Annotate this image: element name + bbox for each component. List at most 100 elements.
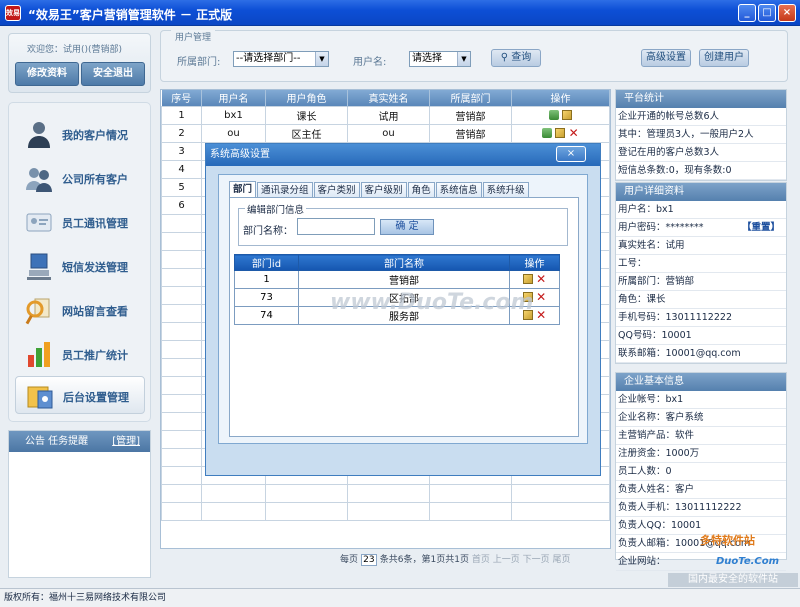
table-row[interactable]: 2 ou 区主任 ou 营销部 ✕ [161, 123, 610, 143]
bar-chart-icon [28, 342, 50, 367]
table-header-row: 序号 用户名 用户角色 真实姓名 所属部门 操作 [161, 90, 610, 106]
pagination: 每页 23 条共6条，第1页共1页 首页 上一页 下一页 尾页 [340, 552, 571, 566]
fieldset-legend: 编辑部门信息 [245, 202, 307, 216]
dropdown-arrow-icon: ▼ [457, 52, 470, 66]
menu-item-label: 员工通讯管理 [62, 217, 128, 230]
detail-line: QQ号码：10001 [616, 327, 786, 345]
dialog-close-button[interactable]: × [556, 146, 586, 162]
table-row [161, 483, 610, 503]
copyright-text: 版权所有：福州十三易网络技术有限公司 [4, 593, 167, 603]
last-page-link[interactable]: 尾页 [553, 555, 571, 565]
next-page-link[interactable]: 下一页 [523, 555, 550, 565]
status-bar: 版权所有：福州十三易网络技术有限公司 [0, 588, 800, 607]
notice-title: 公告 任务提醒 [25, 436, 89, 447]
detail-line: 用户名：bx1 [616, 201, 786, 219]
dropdown-arrow-icon: ▼ [315, 52, 328, 66]
maximize-button[interactable]: □ [758, 4, 776, 22]
dept-select[interactable]: --请选择部门-- ▼ [233, 51, 329, 67]
menu-item-sms[interactable]: 短信发送管理 [15, 247, 145, 285]
cell: 6 [161, 195, 202, 215]
tab-contact-groups[interactable]: 通讯录分组 [257, 182, 313, 198]
menu-item-label: 后台设置管理 [63, 391, 129, 404]
tab-content: 编辑部门信息 部门名称： 确 定 部门id 部门名称 操作 1 营销部 ✕ 73… [229, 197, 579, 437]
table-row[interactable]: 1 bx1 课长 试用 营销部 [161, 105, 610, 125]
welcome-text: 欢迎您：试用()(营销部) [27, 45, 123, 55]
dialog-title-bar: 系统高级设置 × [206, 144, 600, 166]
user-permission-icon[interactable] [542, 127, 553, 138]
site-watermark-name: 多特软件站 [700, 534, 755, 547]
cell: 营销部 [298, 270, 510, 289]
create-user-button[interactable]: 创建用户 [699, 49, 749, 67]
company-line: 注册资金：1000万 [616, 445, 786, 463]
search-icon: ⚲ [500, 52, 509, 63]
actions-cell: ✕ [509, 270, 560, 289]
page-size-input[interactable]: 23 [360, 554, 377, 566]
cell: ou [201, 123, 266, 143]
settings-tabs: 部门 通讯录分组 客户类别 客户级别 角色 系统信息 系统升级 [229, 181, 530, 198]
delete-icon[interactable]: ✕ [536, 273, 546, 285]
menu-item-staff-contacts[interactable]: 员工通讯管理 [15, 203, 145, 241]
tab-system-info[interactable]: 系统信息 [435, 182, 482, 198]
tab-system-upgrade[interactable]: 系统升级 [482, 182, 529, 198]
col-header: 部门id [234, 254, 299, 271]
menu-item-all-customers[interactable]: 公司所有客户 [15, 159, 145, 197]
cell: 课长 [265, 105, 348, 125]
company-line: 企业帐号：bx1 [616, 391, 786, 409]
first-page-link[interactable]: 首页 [472, 555, 490, 565]
tab-role[interactable]: 角色 [407, 182, 435, 198]
table-header-row: 部门id 部门名称 操作 [234, 254, 560, 271]
menu-item-admin-settings[interactable]: 后台设置管理 [15, 376, 145, 414]
close-button[interactable]: × [778, 4, 796, 22]
menu-item-label: 短信发送管理 [62, 261, 128, 274]
stats-line: 企业开通的帐号总数6人 [616, 108, 786, 126]
dept-name-input[interactable] [297, 218, 375, 235]
user-permission-icon[interactable] [548, 109, 559, 120]
delete-icon[interactable]: ✕ [569, 127, 579, 139]
edit-icon[interactable] [562, 109, 573, 120]
edit-profile-button[interactable]: 修改资料 [15, 62, 79, 86]
per-page-label: 每页 [340, 555, 359, 565]
query-button[interactable]: ⚲ 查询 [491, 49, 541, 67]
username-select-value: 请选择 [412, 53, 442, 64]
delete-icon[interactable]: ✕ [536, 291, 546, 303]
edit-icon[interactable] [555, 127, 566, 138]
advanced-settings-button[interactable]: 高级设置 [641, 49, 691, 67]
notice-manage-link[interactable]: [管理] [112, 431, 140, 452]
cell: 1 [161, 105, 202, 125]
table-row [161, 501, 610, 521]
cell: 5 [161, 177, 202, 197]
tab-customer-category[interactable]: 客户类别 [313, 182, 360, 198]
menu-item-label: 网站留言查看 [62, 305, 128, 318]
computer-icon [27, 253, 51, 280]
menu-item-my-customers[interactable]: 我的客户情况 [15, 115, 145, 153]
reset-password-link[interactable]: 【重置】 [742, 219, 780, 236]
prev-page-link[interactable]: 上一页 [493, 555, 520, 565]
menu-item-promotion-stats[interactable]: 员工推广统计 [15, 335, 145, 373]
logout-button[interactable]: 安全退出 [81, 62, 145, 86]
edit-icon[interactable] [522, 274, 533, 284]
company-line: 主营销产品：软件 [616, 427, 786, 445]
duote-watermark: www.DuoTe.com [330, 290, 534, 315]
notice-panel: 公告 任务提醒 [管理] [8, 430, 151, 578]
menu-item-web-messages[interactable]: 网站留言查看 [15, 291, 145, 329]
username-select[interactable]: 请选择 ▼ [409, 51, 471, 67]
col-header: 序号 [161, 90, 202, 106]
col-header: 用户名 [201, 90, 266, 106]
tab-department[interactable]: 部门 [229, 181, 257, 198]
col-header: 操作 [511, 90, 610, 106]
confirm-button[interactable]: 确 定 [380, 219, 434, 235]
window-title: “效易王”客户营销管理软件 － 正式版 [28, 8, 233, 22]
detail-line: 所属部门：营销部 [616, 273, 786, 291]
user-panel: 欢迎您：试用()(营销部) 修改资料 安全退出 [8, 33, 151, 93]
menu-item-label: 员工推广统计 [62, 349, 128, 362]
cell: 区主任 [265, 123, 348, 143]
detail-line: 工号： [616, 255, 786, 273]
table-row[interactable]: 1 营销部 ✕ [234, 270, 560, 289]
cell: 营销部 [429, 105, 512, 125]
delete-icon[interactable]: ✕ [536, 309, 546, 321]
detail-line: 手机号码：13011112222 [616, 309, 786, 327]
dialog-title: 系统高级设置 [210, 149, 270, 160]
tab-customer-level[interactable]: 客户级别 [360, 182, 407, 198]
stats-title: 平台统计 [616, 90, 786, 108]
minimize-button[interactable]: _ [738, 4, 756, 22]
